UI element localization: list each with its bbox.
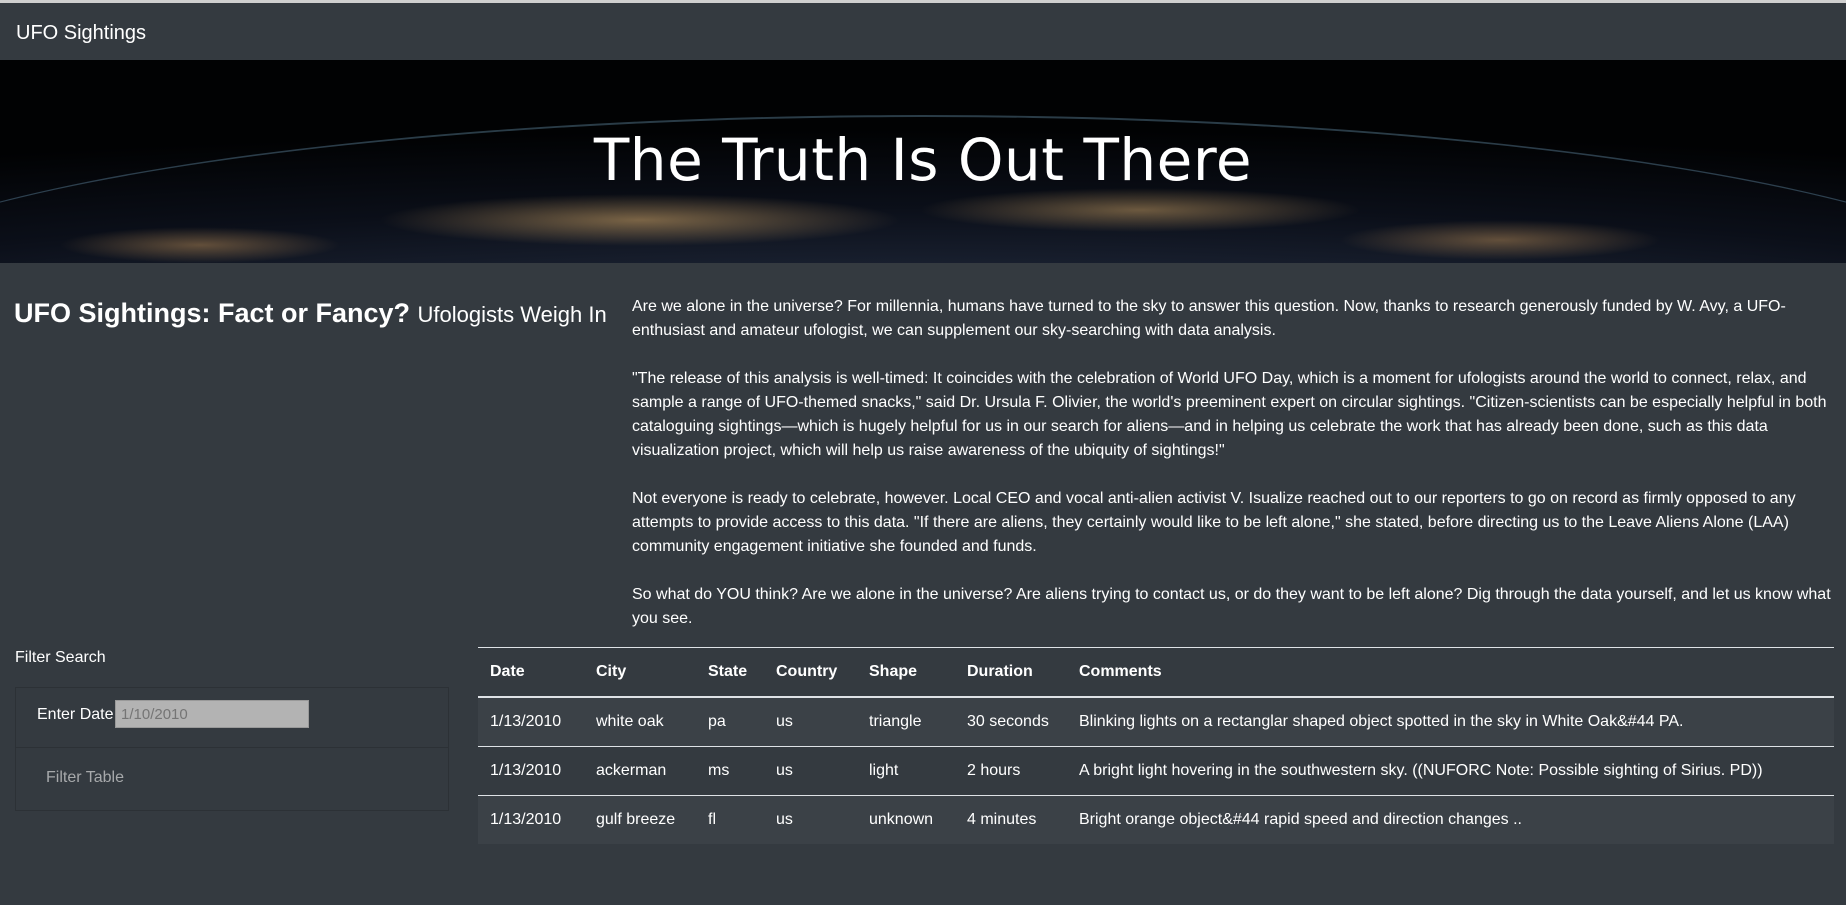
cell-shape: unknown — [869, 811, 934, 828]
cell-duration: 2 hours — [955, 746, 1067, 796]
column-header-date: Date — [478, 647, 584, 698]
article-heading-main: UFO Sightings: Fact or Fancy? — [14, 298, 411, 328]
cell-duration: 30 seconds — [955, 697, 1067, 747]
cell-country: us — [764, 697, 857, 747]
table-header-row: Date City State Country Shape Duration C… — [478, 647, 1834, 698]
cell-comments: A bright light hovering in the southwest… — [1067, 746, 1834, 796]
hero-title: The Truth Is Out There — [593, 126, 1253, 194]
table-row: 1/13/2010 gulf breeze fl us unknown 4 mi… — [478, 795, 1834, 844]
article-paragraph-3: Not everyone is ready to celebrate, howe… — [632, 490, 1796, 555]
cell-date: 1/13/2010 — [478, 746, 584, 796]
filter-search-title: Filter Search — [15, 649, 106, 666]
filter-date-row: Enter Date — [16, 688, 448, 748]
cell-city: gulf breeze — [596, 811, 676, 828]
article-heading: UFO Sightings: Fact or Fancy? Ufologists… — [14, 298, 607, 329]
table-row: 1/13/2010 ackerman ms us light 2 hours A… — [478, 746, 1834, 796]
date-input[interactable] — [115, 700, 309, 728]
column-header-shape: Shape — [857, 647, 955, 698]
cell-country: us — [776, 811, 793, 828]
cell-country: us — [764, 746, 857, 796]
table-row: 1/13/2010 white oak pa us triangle 30 se… — [478, 697, 1834, 747]
article-paragraph-1: Are we alone in the universe? For millen… — [632, 298, 1786, 339]
column-header-comments: Comments — [1067, 647, 1834, 698]
cell-state: ms — [696, 746, 764, 796]
navbar: UFO Sightings — [0, 3, 1846, 60]
cell-shape: light — [857, 746, 955, 796]
date-label: Enter Date — [37, 706, 114, 723]
column-header-duration: Duration — [955, 647, 1067, 698]
column-header-country: Country — [764, 647, 857, 698]
cell-shape: triangle — [857, 697, 955, 747]
cell-duration: 4 minutes — [967, 811, 1037, 828]
cell-comments: Blinking lights on a rectanglar shaped o… — [1067, 697, 1834, 747]
cell-state: fl — [708, 811, 716, 828]
column-header-state: State — [696, 647, 764, 698]
cell-comments: Bright orange object&#44 rapid speed and… — [1079, 811, 1522, 828]
column-header-city: City — [584, 647, 696, 698]
filter-panel: Enter Date Filter Table — [15, 687, 449, 811]
cell-city: ackerman — [584, 746, 696, 796]
ufo-table: Date City State Country Shape Duration C… — [478, 647, 1834, 844]
hero-banner: The Truth Is Out There — [0, 60, 1846, 263]
article-paragraph-2: "The release of this analysis is well-ti… — [632, 370, 1827, 459]
cell-date: 1/13/2010 — [490, 811, 562, 828]
navbar-brand-link[interactable]: UFO Sightings — [16, 22, 146, 45]
article-paragraph-4: So what do YOU think? Are we alone in th… — [632, 586, 1831, 627]
cell-date: 1/13/2010 — [478, 697, 584, 747]
cell-state: pa — [696, 697, 764, 747]
article-body: Are we alone in the universe? For millen… — [632, 295, 1832, 655]
article-subheading: Ufologists Weigh In — [417, 302, 607, 327]
filter-table-button[interactable]: Filter Table — [46, 769, 124, 787]
cell-city: white oak — [584, 697, 696, 747]
